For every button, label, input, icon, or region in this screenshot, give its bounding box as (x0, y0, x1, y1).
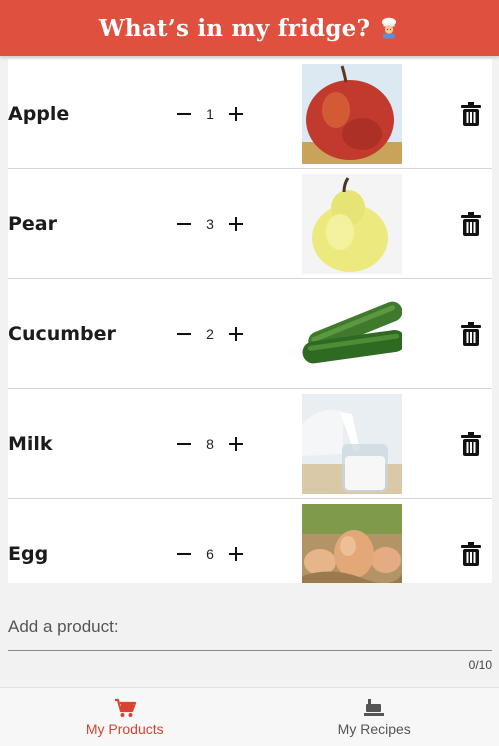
minus-icon (177, 553, 191, 555)
product-row: Milk 8 (8, 389, 492, 499)
product-image-milk (302, 394, 402, 494)
product-name: Egg (8, 543, 49, 565)
quantity-stepper: 2 (174, 279, 246, 389)
plus-icon (229, 437, 243, 451)
decrease-quantity-button[interactable] (174, 434, 194, 454)
increase-quantity-button[interactable] (226, 324, 246, 344)
product-image-egg (302, 504, 402, 583)
decrease-quantity-button[interactable] (174, 214, 194, 234)
quantity-stepper: 8 (174, 389, 246, 499)
product-name: Milk (8, 433, 53, 455)
add-product-input[interactable] (8, 611, 492, 651)
nav-label: My Recipes (337, 720, 411, 737)
product-image-cucumber (302, 284, 402, 384)
trash-icon (461, 432, 481, 456)
decrease-quantity-button[interactable] (174, 324, 194, 344)
increase-quantity-button[interactable] (226, 434, 246, 454)
product-row: Apple 1 (8, 59, 492, 169)
trash-icon (461, 542, 481, 566)
product-row: Cucumber 2 (8, 279, 492, 389)
product-row: Pear 3 (8, 169, 492, 279)
nav-my-products[interactable]: My Products (0, 688, 250, 746)
product-row: Egg 6 (8, 499, 492, 583)
product-list: Apple 1 Pear 3 Cucumber 2 Milk 8 Egg 6 (8, 59, 492, 583)
trash-icon (461, 322, 481, 346)
quantity-stepper: 3 (174, 169, 246, 279)
delete-button[interactable] (460, 212, 482, 236)
minus-icon (177, 113, 191, 115)
product-name: Cucumber (8, 323, 116, 345)
increase-quantity-button[interactable] (226, 544, 246, 564)
plus-icon (229, 547, 243, 561)
quantity-stepper: 6 (174, 499, 246, 583)
increase-quantity-button[interactable] (226, 214, 246, 234)
increase-quantity-button[interactable] (226, 104, 246, 124)
delete-button[interactable] (460, 432, 482, 456)
plus-icon (229, 327, 243, 341)
product-image-apple (302, 64, 402, 164)
quantity-stepper: 1 (174, 59, 246, 169)
nav-label: My Products (85, 720, 164, 737)
chef-icon (378, 17, 400, 39)
quantity-value: 8 (206, 436, 214, 452)
delete-button[interactable] (460, 322, 482, 346)
product-name: Pear (8, 213, 58, 235)
quantity-value: 3 (206, 216, 214, 232)
trash-icon (461, 212, 481, 236)
delete-button[interactable] (460, 102, 482, 126)
quantity-value: 6 (206, 546, 214, 562)
plus-icon (229, 107, 243, 121)
minus-icon (177, 333, 191, 335)
delete-button[interactable] (460, 542, 482, 566)
plus-icon (229, 217, 243, 231)
character-counter: 0/10 (468, 658, 492, 672)
product-image-pear (302, 174, 402, 274)
minus-icon (177, 223, 191, 225)
trash-icon (461, 102, 481, 126)
add-product-section: 0/10 (0, 583, 499, 687)
quantity-value: 1 (206, 106, 214, 122)
decrease-quantity-button[interactable] (174, 104, 194, 124)
nav-my-recipes[interactable]: My Recipes (250, 688, 499, 746)
cooking-pot-icon (364, 698, 385, 716)
quantity-value: 2 (206, 326, 214, 342)
page-title: What’s in my fridge? (98, 14, 371, 42)
cart-icon (114, 698, 136, 717)
minus-icon (177, 443, 191, 445)
product-name: Apple (8, 103, 70, 125)
app-header: What’s in my fridge? (0, 0, 499, 56)
decrease-quantity-button[interactable] (174, 544, 194, 564)
bottom-navigation: My Products My Recipes (0, 687, 499, 746)
